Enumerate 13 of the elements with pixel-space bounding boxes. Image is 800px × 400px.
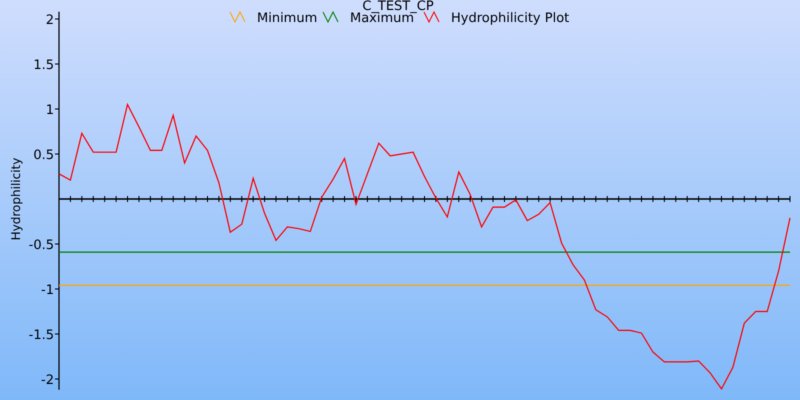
y-tick-label: -1.5: [28, 328, 54, 343]
y-tick-label: 1: [46, 103, 54, 118]
chart-title: C_TEST_CP: [362, 0, 434, 14]
y-axis-label: Hydrophilicity: [9, 158, 23, 240]
legend-label: Hydrophilicity Plot: [451, 11, 570, 26]
y-tick-label: 0.5: [33, 148, 54, 163]
y-tick-label: -1: [41, 283, 54, 298]
legend-label: Minimum: [257, 11, 318, 26]
y-tick-label: 2: [46, 13, 54, 28]
y-tick-label: -2: [41, 373, 54, 388]
y-tick-label: -0.5: [28, 238, 54, 253]
y-tick-label: 1.5: [33, 58, 54, 73]
legend-label: Maximum: [350, 11, 414, 26]
